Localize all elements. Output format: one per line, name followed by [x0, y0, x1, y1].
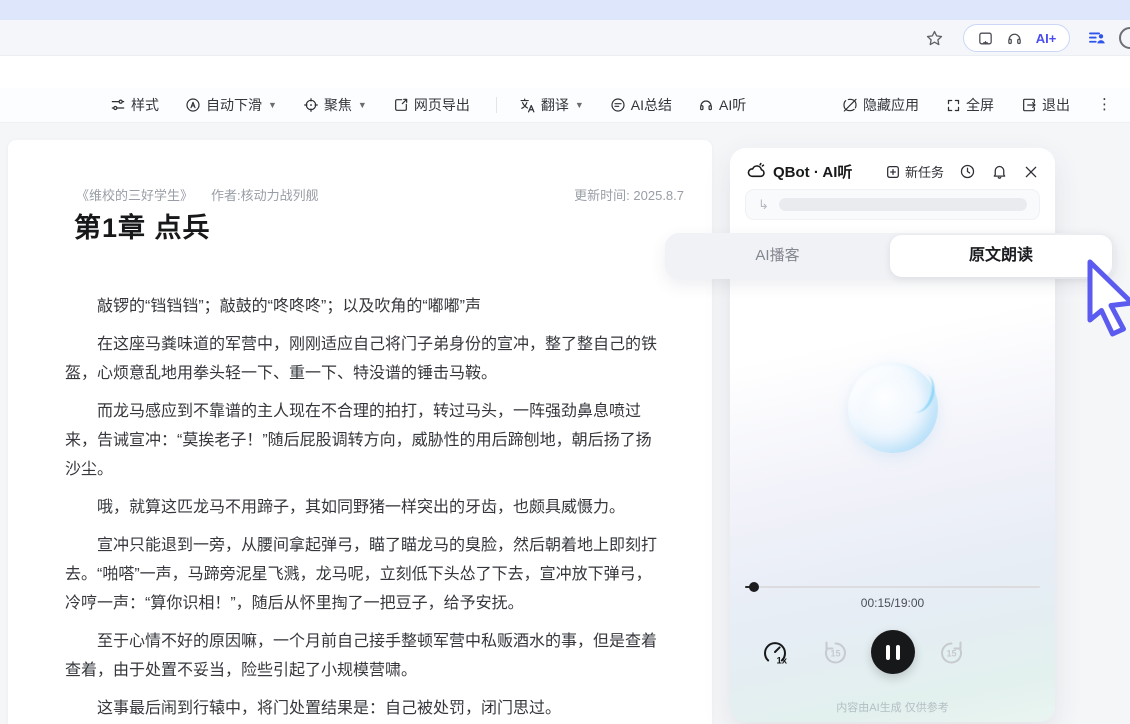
plus-square-icon: [885, 164, 901, 180]
ai-disclaimer: 内容由AI生成 仅供参考: [730, 699, 1055, 715]
auto-scroll-icon: [185, 97, 201, 113]
chevron-down-icon: ▼: [358, 100, 367, 110]
updated-time: 更新时间: 2025.8.7: [574, 185, 684, 204]
chapter-title: 第1章 点兵: [74, 206, 211, 245]
paragraph: 哦，就算这匹龙马不用蹄子，其如同野猪一样突出的牙齿，也颇具威慑力。: [65, 493, 662, 522]
focus-button[interactable]: 聚焦 ▼: [303, 95, 367, 115]
task-summary-box[interactable]: ↳: [745, 189, 1040, 220]
profile-avatar-icon[interactable]: [1119, 27, 1130, 49]
translate-icon: [519, 97, 536, 114]
hide-app-button[interactable]: 隐藏应用: [842, 95, 919, 115]
ai-summary-icon: [610, 97, 626, 113]
skip-forward-button[interactable]: 15: [938, 639, 965, 666]
qbot-header: QBot · AI听 新任务: [746, 161, 1039, 182]
bookmark-star-icon[interactable]: [922, 26, 946, 50]
reading-card: 《维校的三好学生》 作者:核动力战列舰 更新时间: 2025.8.7 第1章 点…: [8, 140, 712, 724]
browser-toolbar: AI+: [0, 20, 1130, 56]
browser-tab-strip: [0, 0, 1130, 20]
reading-list-icon[interactable]: [1086, 27, 1108, 49]
translate-button[interactable]: 翻译 ▼: [519, 95, 584, 115]
speed-label: 1x: [777, 656, 788, 667]
article-meta: 《维校的三好学生》 作者:核动力战列舰 更新时间: 2025.8.7: [76, 185, 684, 204]
focus-label: 聚焦: [324, 95, 352, 115]
qbot-cloud-icon: [746, 161, 767, 182]
chevron-down-icon: ▼: [268, 100, 277, 110]
fullscreen-button[interactable]: 全屏: [946, 95, 994, 115]
exit-button[interactable]: 退出: [1021, 95, 1070, 115]
history-clock-icon[interactable]: [959, 163, 976, 180]
pause-button[interactable]: [871, 630, 915, 674]
more-menu-icon[interactable]: ⋮: [1097, 100, 1112, 110]
new-task-label: 新任务: [905, 162, 944, 181]
voice-bubble: [848, 363, 938, 453]
ai-listen-button[interactable]: AI听: [698, 95, 746, 115]
auto-scroll-label: 自动下滑: [206, 95, 262, 115]
ai-summary-button[interactable]: AI总结: [610, 95, 672, 115]
time-label: 00:15/19:00: [730, 596, 1055, 610]
reading-mode-icon[interactable]: [977, 30, 994, 47]
speed-button[interactable]: 1x: [759, 636, 791, 668]
export-page-icon: [393, 97, 409, 113]
export-label: 网页导出: [414, 95, 470, 115]
paragraph: 宣冲只能退到一旁，从腰间拿起弹弓，瞄了瞄龙马的臭脸，然后朝着地上即刻打去。“啪嗒…: [65, 531, 662, 618]
fullscreen-icon: [946, 98, 961, 113]
return-arrow-icon: ↳: [758, 197, 769, 213]
skip-forward-label: 15: [946, 649, 956, 659]
translate-label: 翻译: [541, 95, 569, 115]
notification-bell-icon[interactable]: [991, 163, 1008, 180]
style-label: 样式: [131, 95, 159, 115]
export-button[interactable]: 网页导出: [393, 95, 470, 115]
screen: AI+ 样式 自动下滑 ▼ 聚焦 ▼ 网页导出: [0, 0, 1130, 724]
skip-back-label: 15: [830, 649, 840, 659]
article-body: 敲锣的“铛铛铛”；敲鼓的“咚咚咚”；以及吹角的“嘟嘟”声 在这座马粪味道的军营中…: [8, 292, 712, 724]
tab-ai-podcast[interactable]: AI播客: [665, 233, 890, 279]
focus-target-icon: [303, 97, 319, 113]
ai-summary-label: AI总结: [631, 95, 672, 115]
paragraph: 这事最后闹到行辕中，将门处置结果是：自己被处罚，闭门思过。: [65, 694, 662, 723]
exit-label: 退出: [1042, 95, 1070, 115]
toolbar-divider: [496, 97, 497, 113]
paragraph: 而龙马感应到不靠谱的主人现在不合理的拍打，转过马头，一阵强劲鼻息喷过来，告诫宣冲…: [65, 397, 662, 484]
style-button[interactable]: 样式: [110, 95, 159, 115]
qbot-title: QBot · AI听: [773, 161, 852, 182]
mode-tabbar: AI播客 原文朗读: [665, 233, 1115, 279]
progress-bar[interactable]: [745, 586, 1040, 588]
paragraph: 敲锣的“铛铛铛”；敲鼓的“咚咚咚”；以及吹角的“嘟嘟”声: [65, 292, 662, 321]
tab-read-aloud[interactable]: 原文朗读: [890, 235, 1112, 277]
chevron-down-icon: ▼: [575, 100, 584, 110]
ai-plus-button[interactable]: AI+: [1036, 31, 1057, 46]
ai-tools-pill[interactable]: AI+: [963, 24, 1070, 52]
headphones-icon: [698, 97, 714, 113]
skip-back-button[interactable]: 15: [822, 639, 849, 666]
book-author: 作者:核动力战列舰: [211, 185, 319, 204]
tune-icon: [110, 97, 126, 113]
ai-listen-label: AI听: [719, 95, 746, 115]
paragraph: 在这座马粪味道的军营中，刚刚适应自己将门子弟身份的宣冲，整了整自己的铁盔，心烦意…: [65, 330, 662, 388]
exit-icon: [1021, 97, 1037, 113]
fullscreen-label: 全屏: [966, 95, 994, 115]
listen-headphones-icon[interactable]: [1006, 30, 1023, 47]
loading-skeleton: [779, 198, 1027, 211]
paragraph: 至于心情不好的原因嘛，一个月前自己接手整顿军营中私贩酒水的事，但是查着查着，由于…: [65, 627, 662, 685]
new-task-button[interactable]: 新任务: [885, 162, 944, 181]
book-title: 《维校的三好学生》: [76, 185, 193, 204]
progress-handle[interactable]: [749, 582, 759, 592]
mouse-cursor-icon: [1082, 258, 1130, 343]
auto-scroll-button[interactable]: 自动下滑 ▼: [185, 95, 277, 115]
hide-app-icon: [842, 97, 858, 113]
close-icon[interactable]: [1023, 164, 1039, 180]
hide-app-label: 隐藏应用: [863, 95, 919, 115]
reader-toolbar: 样式 自动下滑 ▼ 聚焦 ▼ 网页导出 翻译 ▼: [0, 88, 1130, 123]
